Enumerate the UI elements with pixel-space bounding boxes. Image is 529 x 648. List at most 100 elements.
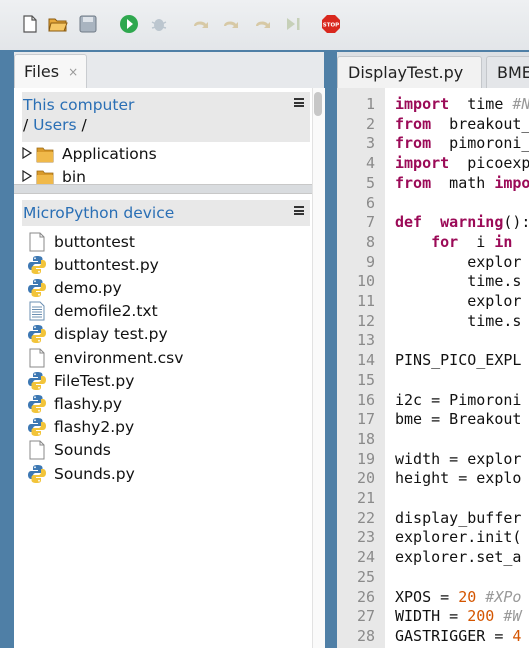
file-item[interactable]: display test.py xyxy=(22,323,168,346)
code-token: (): xyxy=(503,213,529,232)
this-computer-header: This computer / Users / xyxy=(22,92,310,142)
code-line[interactable]: 17 bme = Breakout xyxy=(337,409,529,429)
file-name: flashy2.py xyxy=(54,418,135,437)
code-line[interactable]: 27 WIDTH = 200 #W xyxy=(337,606,529,626)
step-over-icon[interactable] xyxy=(190,13,212,35)
code-line[interactable]: 11 explor xyxy=(337,291,529,311)
tab-bme[interactable]: BME xyxy=(486,56,529,88)
save-icon[interactable] xyxy=(77,13,99,35)
code-line[interactable]: 20 height = explo xyxy=(337,468,529,488)
stop-icon[interactable]: STOP xyxy=(320,13,342,35)
code-line[interactable]: 3 from pimoroni_ xyxy=(337,133,529,153)
code-line[interactable]: 2 from breakout_ xyxy=(337,114,529,134)
code-token: time xyxy=(449,95,513,113)
run-icon[interactable] xyxy=(118,13,140,35)
code-token: pimoroni_ xyxy=(431,134,529,153)
folder-icon xyxy=(36,144,54,164)
expand-arrow-icon[interactable] xyxy=(22,168,34,186)
code-line[interactable]: 14 PINS_PICO_EXPL xyxy=(337,350,529,370)
toolbar: STOP xyxy=(0,0,529,50)
code-token: breakout_ xyxy=(431,114,529,133)
tab-files-label: Files xyxy=(24,62,60,81)
file-item[interactable]: flashy.py xyxy=(22,392,122,415)
code-token: from xyxy=(395,114,432,133)
code-line[interactable]: 23 explorer.init( xyxy=(337,527,529,547)
line-number: 25 xyxy=(356,567,375,586)
tab-files[interactable]: Files × xyxy=(14,54,87,88)
code-line[interactable]: 25 xyxy=(337,567,529,587)
line-number: 15 xyxy=(356,370,375,389)
line-number: 3 xyxy=(365,134,375,153)
line-number: 12 xyxy=(356,311,375,330)
svg-text:STOP: STOP xyxy=(323,23,339,29)
code-line[interactable]: 1 import time #N xyxy=(337,94,529,114)
code-line[interactable]: 12 time.s xyxy=(337,311,529,331)
file-item[interactable]: demofile2.txt xyxy=(22,300,158,323)
breadcrumb-users[interactable]: Users xyxy=(33,116,76,134)
code-editor[interactable]: 1 import time #N 2 from breakout_ 3 from pimo… xyxy=(337,88,529,648)
tab-displaytest[interactable]: DisplayTest.py xyxy=(337,56,482,88)
code-line[interactable]: 15 xyxy=(337,370,529,390)
panel-splitter[interactable] xyxy=(14,184,324,194)
code-line[interactable]: 26 XPOS = 20 #XPo xyxy=(337,587,529,607)
code-line[interactable]: 13 xyxy=(337,330,529,350)
code-line[interactable]: 19 width = explor xyxy=(337,449,529,469)
step-into-icon[interactable] xyxy=(220,13,242,35)
files-scrollbar[interactable] xyxy=(312,88,325,648)
code-token: math xyxy=(431,173,495,192)
file-icon xyxy=(28,348,46,368)
line-number: 16 xyxy=(356,390,375,409)
resume-icon[interactable] xyxy=(282,13,304,35)
code-line[interactable]: 6 xyxy=(337,193,529,213)
code-line[interactable]: 4 import picoexp xyxy=(337,153,529,173)
device-menu-icon[interactable] xyxy=(294,206,304,215)
code-token: GASTRIGGER = xyxy=(395,626,513,645)
code-line[interactable]: 7 def warning(): xyxy=(337,212,529,232)
file-item[interactable]: Sounds.py xyxy=(22,462,135,485)
code-line[interactable]: 10 time.s xyxy=(337,271,529,291)
code-line[interactable]: 28 GASTRIGGER = 4 xyxy=(337,626,529,646)
line-number: 8 xyxy=(365,232,375,251)
code-line[interactable]: 16 i2c = Pimoroni xyxy=(337,390,529,410)
code-line[interactable]: 18 xyxy=(337,429,529,449)
code-text: from pimoroni_ xyxy=(395,133,529,153)
line-number: 4 xyxy=(365,154,375,173)
code-text: def warning(): xyxy=(395,212,529,232)
python-file-icon xyxy=(28,278,46,298)
debug-icon[interactable] xyxy=(148,13,170,35)
code-line[interactable]: 22 display_buffer xyxy=(337,508,529,528)
code-token: picoexp xyxy=(449,154,529,173)
files-scrollbar-thumb[interactable] xyxy=(314,92,322,116)
line-number: 21 xyxy=(356,489,375,507)
file-item[interactable]: FileTest.py xyxy=(22,369,134,392)
tab-close-icon[interactable]: × xyxy=(68,65,78,79)
file-item[interactable]: buttontest.py xyxy=(22,253,159,276)
text-file-icon xyxy=(28,301,46,321)
step-out-icon[interactable] xyxy=(252,13,274,35)
line-number: 22 xyxy=(356,508,375,527)
new-file-icon[interactable] xyxy=(19,13,41,35)
code-line[interactable]: 8 for i in r xyxy=(337,232,529,252)
code-line[interactable]: 24 explorer.set_a xyxy=(337,547,529,567)
file-item[interactable]: Sounds xyxy=(22,439,111,462)
file-item[interactable]: flashy2.py xyxy=(22,416,134,439)
line-number: 1 xyxy=(365,95,375,113)
code-line[interactable]: 9 explor xyxy=(337,252,529,272)
file-name: bin xyxy=(62,167,86,186)
code-text: time.s xyxy=(395,311,521,331)
file-item[interactable]: environment.csv xyxy=(22,346,183,369)
expand-arrow-icon[interactable] xyxy=(22,145,34,163)
open-folder-icon[interactable] xyxy=(47,13,69,35)
file-item[interactable]: buttontest xyxy=(22,230,135,253)
code-text: display_buffer xyxy=(395,508,521,528)
python-file-icon xyxy=(28,324,46,344)
file-name: demofile2.txt xyxy=(54,302,158,321)
file-item[interactable]: demo.py xyxy=(22,276,122,299)
computer-menu-icon[interactable] xyxy=(294,98,304,107)
file-name: FileTest.py xyxy=(54,371,135,390)
file-item[interactable]: Applications xyxy=(22,142,157,165)
file-name: buttontest xyxy=(54,232,135,251)
breadcrumb-root[interactable]: / xyxy=(23,116,28,134)
code-line[interactable]: 5 from math impo xyxy=(337,173,529,193)
code-line[interactable]: 21 xyxy=(337,488,529,508)
